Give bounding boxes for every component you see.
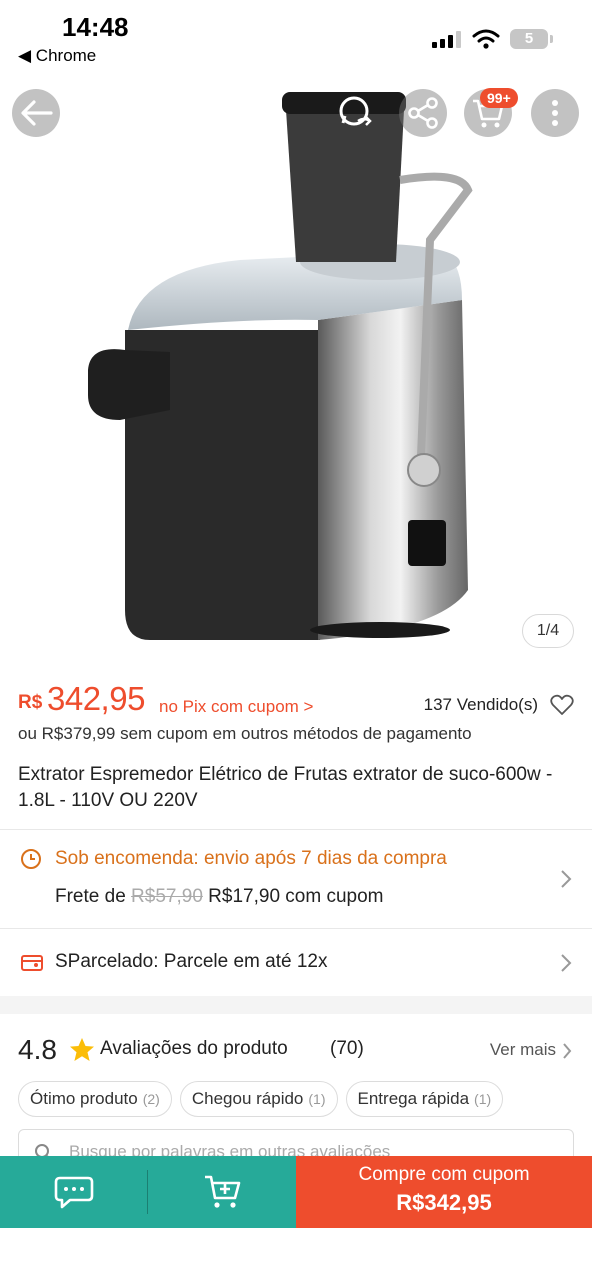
image-pager: 1/4 xyxy=(522,614,574,648)
product-title: Extrator Espremedor Elétrico de Frutas e… xyxy=(18,764,553,811)
product-image-carousel[interactable]: 99+ 1/4 xyxy=(0,0,592,664)
review-chip[interactable]: Chegou rápido (1) xyxy=(179,1081,338,1117)
chevron-right-icon[interactable] xyxy=(560,953,572,973)
pix-coupon-link[interactable]: no Pix com cupom > xyxy=(159,697,314,717)
buy-with-coupon-button[interactable]: Compre com cupom R$342,95 xyxy=(296,1156,592,1228)
review-chip-label: Chegou rápido xyxy=(191,1089,304,1108)
review-chip-count: (1) xyxy=(308,1091,326,1107)
separator xyxy=(147,1170,148,1214)
chevron-right-icon[interactable] xyxy=(560,869,572,889)
clock-icon xyxy=(21,849,41,869)
bottom-safe-area xyxy=(0,1228,592,1280)
star-icon xyxy=(70,1038,94,1061)
review-chip[interactable]: Entrega rápida (1) xyxy=(345,1081,504,1117)
cart-count-badge: 99+ xyxy=(480,88,518,108)
bottom-left-actions xyxy=(0,1156,296,1228)
back-button[interactable] xyxy=(12,89,60,137)
battery-icon: 5 xyxy=(510,29,553,49)
share-icon xyxy=(408,97,438,129)
whatsapp-share-button[interactable] xyxy=(330,89,378,137)
sold-count: 137 Vendido(s) xyxy=(423,695,538,714)
chat-icon[interactable] xyxy=(54,1174,94,1210)
more-vertical-icon xyxy=(552,100,558,126)
chevron-right-icon[interactable] xyxy=(562,1042,572,1060)
installments-label[interactable]: SParcelado: Parcele em até 12x xyxy=(55,951,328,973)
signal-icon xyxy=(432,30,461,48)
buy-button-label: Compre com cupom xyxy=(358,1164,530,1185)
share-button[interactable] xyxy=(399,89,447,137)
see-more-link[interactable]: Ver mais xyxy=(490,1040,556,1060)
frete-prefix: Frete de xyxy=(55,886,126,907)
add-to-cart-icon[interactable] xyxy=(203,1174,243,1210)
rating-value: 4.8 xyxy=(18,1034,57,1065)
review-chip-label: Ótimo produto xyxy=(30,1089,138,1108)
review-chip-label: Entrega rápida xyxy=(357,1089,470,1108)
review-chip-count: (1) xyxy=(474,1091,492,1107)
review-filter-chips: Ótimo produto (2) Chegou rápido (1) Entr… xyxy=(18,1081,504,1117)
buy-button-price: R$342,95 xyxy=(396,1190,492,1215)
reviews-count: (70) xyxy=(330,1038,364,1059)
installment-icon xyxy=(21,955,43,971)
more-options-button[interactable] xyxy=(531,89,579,137)
arrow-left-icon xyxy=(21,100,53,126)
reviews-title: Avaliações do produto xyxy=(100,1038,288,1059)
whatsapp-share-icon xyxy=(339,96,372,126)
frete-new-price: R$17,90 com cupom xyxy=(208,886,384,907)
clock: 14:48 xyxy=(62,12,129,42)
frete-old-price: R$57,90 xyxy=(131,886,203,907)
back-to-app-link[interactable]: ◀ Chrome xyxy=(18,46,96,66)
status-bar: 14:48 ◀ Chrome 5 xyxy=(0,0,592,72)
alternative-price: ou R$379,99 sem cupom em outros métodos … xyxy=(18,724,472,743)
review-chip[interactable]: Ótimo produto (2) xyxy=(18,1081,172,1117)
shipping-cost: Frete de R$57,90 R$17,90 com cupom xyxy=(55,886,384,908)
price-row: R$ 342,95 no Pix com cupom > 137 Vendido… xyxy=(18,680,574,720)
bottom-action-bar: Compre com cupom R$342,95 xyxy=(0,1156,592,1228)
shipping-title[interactable]: Sob encomenda: envio após 7 dias da comp… xyxy=(55,848,447,870)
price-currency: R$ xyxy=(18,692,43,713)
heart-icon[interactable] xyxy=(550,694,574,716)
wifi-icon xyxy=(472,29,500,49)
review-chip-count: (2) xyxy=(142,1091,160,1107)
price-value: 342,95 xyxy=(47,680,145,717)
